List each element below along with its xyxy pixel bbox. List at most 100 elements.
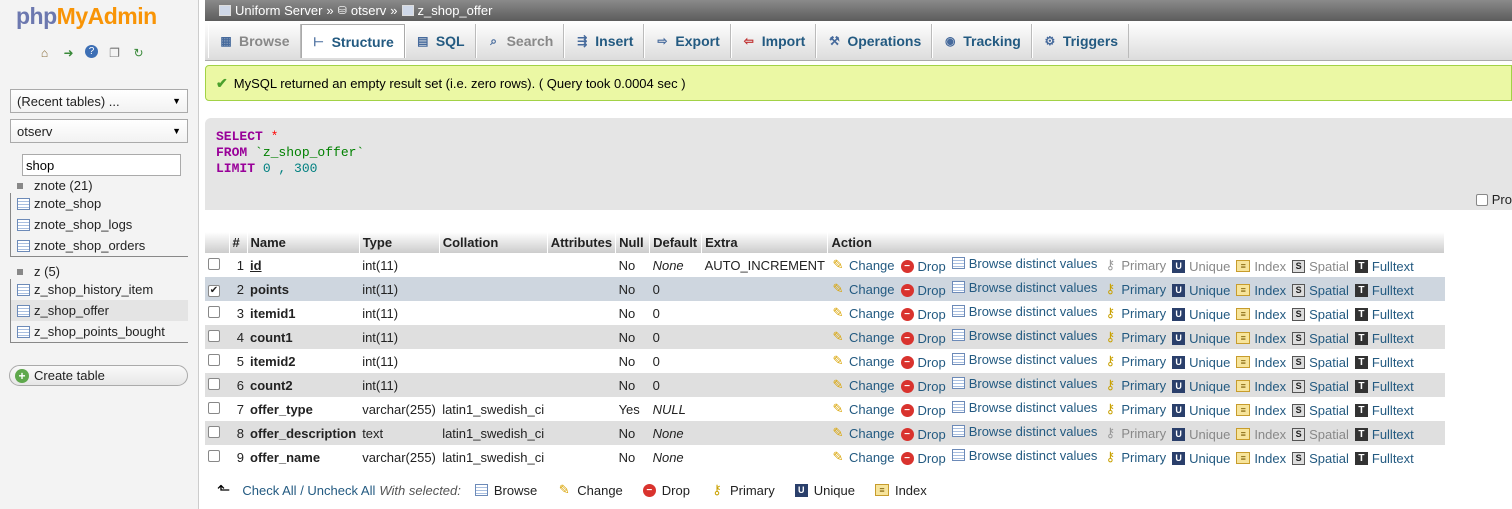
bulk-unique-button[interactable]: U Unique — [794, 483, 855, 498]
table-row[interactable]: 4 count1 int(11) No 0 ✎ Change − Drop Browse dist… — [205, 325, 1445, 349]
change-button[interactable]: ✎ Change — [831, 401, 895, 417]
table-row[interactable]: 9 offer_name varchar(255) latin1_swedish_ci… — [205, 445, 1445, 469]
bulk-change-button[interactable]: ✎ Change — [557, 482, 623, 498]
row-checkbox[interactable] — [208, 377, 220, 390]
primary-button[interactable]: ⚷ Primary — [1103, 329, 1167, 345]
table-row[interactable]: 6 count2 int(11) No 0 ✎ Change − Drop Browse dist… — [205, 373, 1445, 397]
table-item[interactable]: znote_shop — [11, 193, 188, 214]
collapse-icon[interactable] — [17, 182, 23, 189]
help-icon[interactable]: ? — [85, 45, 98, 58]
uncheck-all-link[interactable]: Uncheck All — [307, 483, 375, 498]
unique-button[interactable]: U Unique — [1172, 307, 1230, 322]
table-row[interactable]: 7 offer_type varchar(255) latin1_swedish_ci… — [205, 397, 1445, 421]
change-button[interactable]: ✎ Change — [831, 281, 895, 297]
breadcrumb-table[interactable]: z_shop_offer — [418, 3, 493, 18]
fulltext-button[interactable]: T Fulltext — [1354, 427, 1414, 442]
collapse-icon[interactable] — [17, 268, 23, 275]
column-header[interactable]: Default — [649, 232, 703, 253]
drop-button[interactable]: − Drop — [900, 259, 946, 274]
table-row[interactable]: ✔ 2 points int(11) No 0 ✎ Change − Drop Browse dis… — [205, 277, 1445, 301]
table-item[interactable]: z_shop_points_bought — [11, 321, 188, 342]
column-header[interactable]: Extra — [701, 232, 829, 253]
index-button[interactable]: ≡ Index — [1236, 403, 1286, 418]
tab-export[interactable]: ⇨ Export — [644, 24, 731, 58]
row-checkbox[interactable] — [208, 449, 220, 462]
unique-button[interactable]: U Unique — [1172, 355, 1230, 370]
fulltext-button[interactable]: T Fulltext — [1354, 307, 1414, 322]
index-button[interactable]: ≡ Index — [1236, 307, 1286, 322]
row-checkbox-cell[interactable] — [205, 301, 229, 325]
column-header[interactable]: Null — [615, 232, 651, 253]
create-table-button[interactable]: + Create table — [9, 365, 188, 386]
row-checkbox-cell[interactable] — [205, 397, 229, 421]
row-checkbox[interactable] — [208, 257, 220, 270]
fulltext-button[interactable]: T Fulltext — [1354, 403, 1414, 418]
tab-triggers[interactable]: ⚙ Triggers — [1031, 24, 1130, 58]
row-checkbox-cell[interactable] — [205, 421, 229, 445]
row-checkbox-cell[interactable] — [205, 373, 229, 397]
spatial-button[interactable]: S Spatial — [1292, 403, 1349, 418]
fulltext-button[interactable]: T Fulltext — [1354, 379, 1414, 394]
browse-distinct-button[interactable]: Browse distinct values — [951, 448, 1097, 463]
drop-button[interactable]: − Drop — [900, 379, 946, 394]
index-button[interactable]: ≡ Index — [1236, 331, 1286, 346]
unique-button[interactable]: U Unique — [1172, 451, 1230, 466]
logout-icon[interactable]: ➜ — [61, 45, 76, 60]
phpmyadmin-logo[interactable]: phpMyAdmin — [16, 3, 157, 30]
spatial-button[interactable]: S Spatial — [1292, 283, 1349, 298]
browse-distinct-button[interactable]: Browse distinct values — [951, 352, 1097, 367]
tab-tracking[interactable]: ◉ Tracking — [932, 24, 1032, 58]
fulltext-button[interactable]: T Fulltext — [1354, 259, 1414, 274]
index-button[interactable]: ≡ Index — [1236, 451, 1286, 466]
fulltext-button[interactable]: T Fulltext — [1354, 331, 1414, 346]
recent-tables-select[interactable]: (Recent tables) ... ▼ — [10, 89, 188, 113]
column-header[interactable]: Name — [247, 232, 360, 253]
unique-button[interactable]: U Unique — [1172, 283, 1230, 298]
fulltext-button[interactable]: T Fulltext — [1354, 283, 1414, 298]
row-checkbox[interactable] — [208, 305, 220, 318]
index-button[interactable]: ≡ Index — [1236, 379, 1286, 394]
row-checkbox-cell[interactable]: ✔ — [205, 277, 229, 301]
drop-button[interactable]: − Drop — [900, 451, 946, 466]
row-checkbox-cell[interactable] — [205, 253, 229, 277]
row-checkbox[interactable]: ✔ — [208, 284, 220, 297]
change-button[interactable]: ✎ Change — [831, 305, 895, 321]
browse-distinct-button[interactable]: Browse distinct values — [951, 400, 1097, 415]
column-header[interactable]: Collation — [439, 232, 548, 253]
check-all-link[interactable]: Check All — [242, 483, 296, 498]
table-row[interactable]: 5 itemid2 int(11) No 0 ✎ Change − Drop Browse dis… — [205, 349, 1445, 373]
change-button[interactable]: ✎ Change — [831, 257, 895, 273]
fulltext-button[interactable]: T Fulltext — [1354, 451, 1414, 466]
browse-distinct-button[interactable]: Browse distinct values — [951, 376, 1097, 391]
tab-sql[interactable]: ▤ SQL — [404, 24, 476, 58]
drop-button[interactable]: − Drop — [900, 307, 946, 322]
database-select[interactable]: otserv ▼ — [10, 119, 188, 143]
row-checkbox-cell[interactable] — [205, 325, 229, 349]
row-checkbox[interactable] — [208, 353, 220, 366]
drop-button[interactable]: − Drop — [900, 403, 946, 418]
bulk-drop-button[interactable]: − Drop — [642, 483, 690, 498]
primary-button[interactable]: ⚷ Primary — [1103, 377, 1167, 393]
unique-button[interactable]: U Unique — [1172, 331, 1230, 346]
spatial-button[interactable]: S Spatial — [1292, 355, 1349, 370]
change-button[interactable]: ✎ Change — [831, 329, 895, 345]
primary-button[interactable]: ⚷ Primary — [1103, 281, 1167, 297]
reload-icon[interactable]: ↻ — [131, 45, 146, 60]
spatial-button[interactable]: S Spatial — [1292, 307, 1349, 322]
row-checkbox-cell[interactable] — [205, 349, 229, 373]
table-row[interactable]: 8 offer_description text latin1_swedish_ci N… — [205, 421, 1445, 445]
primary-button[interactable]: ⚷ Primary — [1103, 353, 1167, 369]
browse-distinct-button[interactable]: Browse distinct values — [951, 304, 1097, 319]
primary-button[interactable]: ⚷ Primary — [1103, 305, 1167, 321]
spatial-button[interactable]: S Spatial — [1292, 331, 1349, 346]
column-header[interactable]: Type — [359, 232, 440, 253]
change-button[interactable]: ✎ Change — [831, 353, 895, 369]
table-item[interactable]: znote_shop_logs — [11, 214, 188, 235]
home-icon[interactable]: ⌂ — [37, 45, 52, 60]
unique-button[interactable]: U Unique — [1172, 379, 1230, 394]
browse-distinct-button[interactable]: Browse distinct values — [951, 328, 1097, 343]
row-checkbox-cell[interactable] — [205, 445, 229, 469]
fulltext-button[interactable]: T Fulltext — [1354, 355, 1414, 370]
profiling-option[interactable]: Pro — [1475, 192, 1512, 207]
table-row[interactable]: 3 itemid1 int(11) No 0 ✎ Change − Drop Browse dis… — [205, 301, 1445, 325]
